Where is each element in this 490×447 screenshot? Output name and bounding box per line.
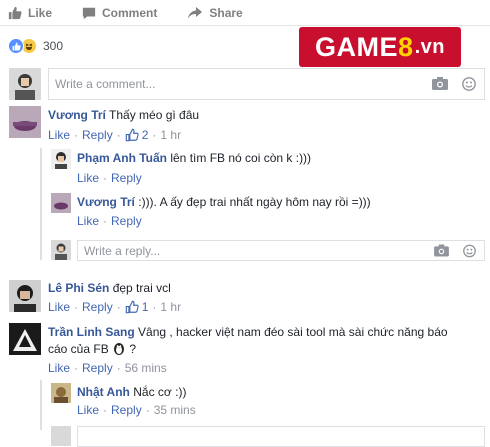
replier-name[interactable]: Vương Trí [77,195,135,209]
like-link[interactable]: Like [48,128,70,142]
like-count[interactable]: 2 [142,128,149,142]
separator: · [103,171,108,185]
like-reaction-icon [8,38,24,54]
reply-text: lên tìm FB nó coi còn k :))) [170,151,312,165]
current-user-avatar[interactable] [51,426,71,446]
commenter-avatar[interactable] [9,323,41,355]
comment-icon [82,7,96,19]
reply-thread-line [40,380,42,430]
comment: Vương Trí Thấy méo gì đâu [48,108,199,122]
separator: · [74,361,79,375]
reaction-count: 300 [43,39,64,53]
like-count-icon[interactable] [125,128,139,142]
comment-text-end: ? [129,342,137,356]
reply-meta: Like · Reply [77,171,142,185]
commenter-avatar[interactable] [9,280,41,312]
write-reply-placeholder: Write a reply... [84,243,161,258]
comment-text: đẹp trai vcl [112,281,171,295]
comment-meta: Like · Reply · 56 mins [48,361,167,375]
camera-icon[interactable] [434,244,449,256]
reply-link[interactable]: Reply [82,300,113,314]
comment-time: 56 mins [124,361,167,375]
separator: · [103,214,108,228]
separator: · [116,128,121,142]
reply-text: :))). A ấy đẹp trai nhất ngày hôm nay rồ… [138,195,371,209]
write-reply-input-partial[interactable] [77,426,485,447]
separator: · [152,128,157,142]
emoji-icon[interactable] [463,244,476,257]
replier-name[interactable]: Nhật Anh [77,385,130,399]
like-count-icon[interactable] [125,300,139,314]
current-user-avatar[interactable] [9,68,41,100]
watermark-vn: .vn [414,35,445,58]
comment-time: 1 hr [160,300,182,314]
reply: Phạm Anh Tuấn lên tìm FB nó coi còn k :)… [77,151,311,165]
reply-link[interactable]: Reply [111,403,142,417]
separator: · [74,128,79,142]
comment-text: Thấy méo gì đâu [109,108,200,122]
commenter-name[interactable]: Trần Linh Sang [48,325,135,339]
separator: · [116,300,121,314]
comment: Trần Linh Sang Vâng , hacker việt nam đé… [48,324,448,358]
post-action-bar: Like Comment Share [0,0,490,26]
like-link[interactable]: Like [77,171,99,185]
like-link[interactable]: Like [77,403,99,417]
separator: · [74,300,79,314]
comment-time: 1 hr [160,128,182,142]
game8-watermark-logo: GAME 8 .vn [299,27,461,67]
like-action[interactable]: Like [8,6,52,20]
watermark-num: 8 [398,31,414,62]
reply-link[interactable]: Reply [82,361,113,375]
comment: Lê Phi Sén đẹp trai vcl [48,281,171,295]
watermark-game: GAME [315,31,399,62]
replier-avatar[interactable] [51,149,71,169]
write-comment-placeholder: Write a comment... [55,77,156,91]
write-comment-input[interactable]: Write a comment... [48,68,485,100]
separator: · [152,300,157,314]
reply-meta: Like · Reply [77,214,142,228]
comment-time: 35 mins [153,403,196,417]
replier-avatar[interactable] [51,383,71,403]
share-action-label: Share [209,5,243,20]
comment-action-label: Comment [102,5,158,20]
like-action-label: Like [28,5,53,20]
like-count[interactable]: 1 [142,300,149,314]
reply: Nhật Anh Nắc cơ :)) [77,385,186,399]
comment-text-line2: cáo của FB [48,342,109,356]
reply-link[interactable]: Reply [82,128,113,142]
replier-avatar[interactable] [51,193,71,213]
reaction-summary[interactable]: 300 [8,38,63,54]
reply-link[interactable]: Reply [111,171,142,185]
like-link[interactable]: Like [48,361,70,375]
comment-action[interactable]: Comment [82,6,157,20]
commenter-name[interactable]: Lê Phi Sén [48,281,109,295]
reply-thread-line [40,148,42,260]
camera-icon[interactable] [432,77,448,90]
like-link[interactable]: Like [77,214,99,228]
commenter-avatar[interactable] [9,106,41,138]
reply: Vương Trí :))). A ấy đẹp trai nhất ngày … [77,195,371,209]
replier-name[interactable]: Phạm Anh Tuấn [77,151,167,165]
reply-link[interactable]: Reply [111,214,142,228]
reply-text: Nắc cơ :)) [133,385,187,399]
separator: · [145,403,150,417]
share-action[interactable]: Share [187,5,243,20]
reply-meta: Like · Reply · 35 mins [77,403,196,417]
comment-meta: Like · Reply · 2 · 1 hr [48,128,181,142]
share-icon [188,6,203,19]
like-link[interactable]: Like [48,300,70,314]
write-reply-input[interactable]: Write a reply... [77,240,485,261]
comment-meta: Like · Reply · 1 · 1 hr [48,300,181,314]
current-user-avatar[interactable] [51,240,71,260]
separator: · [103,403,108,417]
emoji-icon[interactable] [462,77,476,91]
thumbs-up-icon [8,6,22,19]
separator: · [116,361,121,375]
commenter-name[interactable]: Vương Trí [48,108,106,122]
penguin-emoticon-icon [114,343,125,355]
comment-text-line1: Vâng , hacker việt nam đéo sài tool mà s… [138,325,448,339]
